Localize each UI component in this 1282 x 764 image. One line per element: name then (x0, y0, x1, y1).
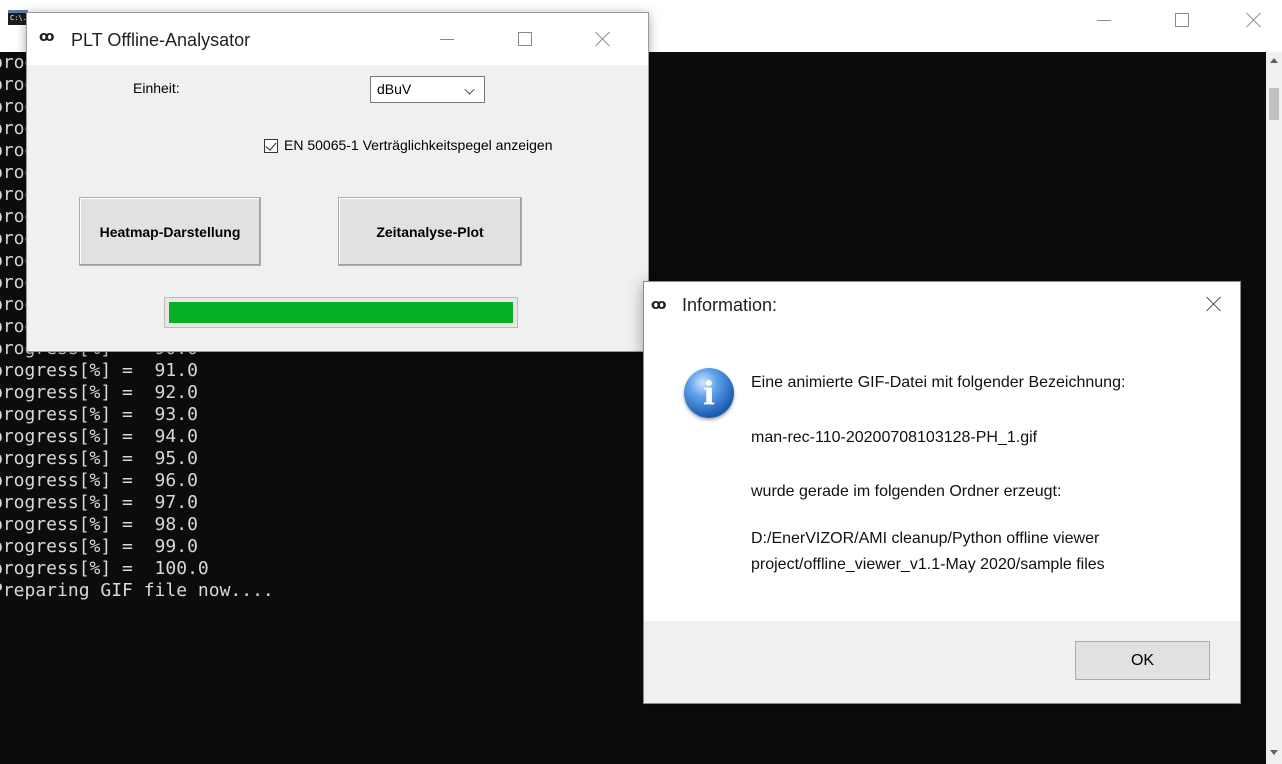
app-logo-icon: ꝏ (651, 297, 667, 313)
console-line: progress[%] = 93.0 (0, 404, 198, 425)
minimize-icon (1097, 19, 1111, 21)
close-icon (595, 31, 611, 47)
scroll-up-arrow-icon[interactable] (1270, 58, 1278, 64)
analyzer-titlebar[interactable]: ꝏ PLT Offline-Analysator (27, 13, 648, 65)
dialog-footer: OK (644, 621, 1240, 703)
console-line: Preparing GIF file now.... (0, 580, 274, 601)
message-line: Eine animierte GIF-Datei mit folgender B… (751, 374, 1126, 391)
unit-select-value: dBuV (377, 81, 412, 97)
message-folder-path: D:/EnerVIZOR/AMI cleanup/Python offline … (751, 530, 1100, 547)
maximize-icon (1175, 13, 1189, 27)
chevron-down-icon (464, 84, 475, 95)
information-dialog: ꝏ Information: i Eine animierte GIF-Date… (643, 281, 1241, 704)
minimize-icon (440, 38, 454, 40)
console-close-button[interactable] (1232, 0, 1276, 40)
console-line: progress[%] = 91.0 (0, 360, 198, 381)
unit-select[interactable]: dBuV (370, 76, 485, 103)
scroll-thumb[interactable] (1269, 88, 1279, 120)
progress-bar (164, 297, 518, 328)
message-filename: man-rec-110-20200708103128-PH_1.gif (751, 429, 1038, 446)
message-folder-path: project/offline_viewer_v1.1-May 2020/sam… (751, 556, 1105, 573)
scroll-down-arrow-icon[interactable] (1270, 750, 1278, 756)
analyzer-minimize-button[interactable] (425, 19, 469, 59)
console-line: progress[%] = 92.0 (0, 382, 198, 403)
console-maximize-button[interactable] (1160, 0, 1204, 40)
maximize-icon (518, 32, 532, 46)
dialog-close-button[interactable] (1200, 290, 1228, 318)
en50065-checkbox-label[interactable]: EN 50065-1 Verträglichkeitspegel anzeige… (284, 137, 553, 153)
console-minimize-button[interactable] (1082, 0, 1126, 40)
console-line: progress[%] = 100.0 (0, 558, 209, 579)
console-app-icon[interactable]: C:\. (8, 10, 28, 25)
analyzer-close-button[interactable] (581, 19, 625, 59)
info-icon: i (684, 368, 734, 418)
app-logo-icon: ꝏ (39, 29, 55, 45)
console-line: progress[%] = 97.0 (0, 492, 198, 513)
ok-button[interactable]: OK (1075, 641, 1210, 680)
console-line: progress[%] = 94.0 (0, 426, 198, 447)
heatmap-button[interactable]: Heatmap-Darstellung (79, 197, 261, 266)
console-line: progress[%] = 95.0 (0, 448, 198, 469)
console-line: progress[%] = 96.0 (0, 470, 198, 491)
window-title: PLT Offline-Analysator (71, 30, 251, 50)
message-line: wurde gerade im folgenden Ordner erzeugt… (751, 483, 1062, 500)
en50065-checkbox[interactable] (264, 139, 278, 153)
close-icon (1206, 296, 1222, 312)
zeitanalyse-plot-button[interactable]: Zeitanalyse-Plot (338, 197, 522, 266)
analyzer-window: ꝏ PLT Offline-Analysator Einheit: dBuV E… (26, 12, 649, 352)
progress-fill (169, 302, 513, 323)
einheit-label: Einheit: (133, 80, 180, 96)
console-scrollbar[interactable] (1266, 52, 1282, 764)
console-line: progress[%] = 98.0 (0, 514, 198, 535)
console-line: progress[%] = 99.0 (0, 536, 198, 557)
analyzer-maximize-button[interactable] (503, 19, 547, 59)
dialog-title: Information: (682, 295, 778, 315)
close-icon (1246, 12, 1262, 28)
